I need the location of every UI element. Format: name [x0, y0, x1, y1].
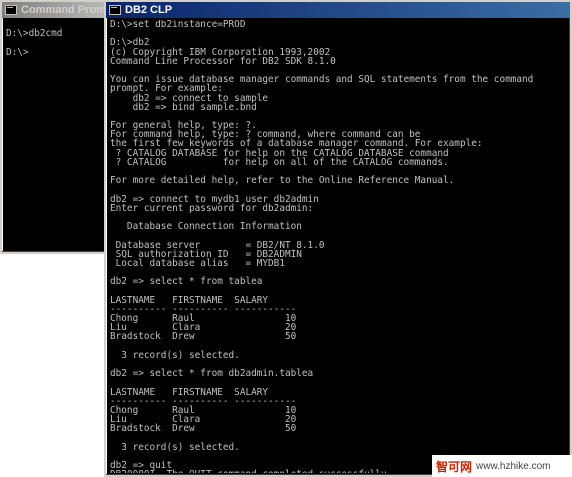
console-line: db2 => bind sample.bnd: [110, 101, 257, 113]
watermark-url: www.hzhike.com: [476, 460, 551, 472]
console-line: Bradstock Drew 50: [110, 331, 297, 343]
command-prompt-window[interactable]: Command Prompt D:\>db2cmd D:\>: [0, 0, 108, 254]
watermark-logo: 智可网: [436, 459, 473, 474]
console-line: 3 record(s) selected.: [110, 441, 240, 453]
console-line: D:\>: [6, 46, 29, 58]
console-icon: [5, 5, 17, 15]
db2-clp-titlebar[interactable]: DB2 CLP: [106, 2, 570, 18]
console-icon: [109, 5, 121, 15]
command-prompt-title: Command Prompt: [21, 4, 106, 16]
db2-clp-title: DB2 CLP: [125, 4, 173, 16]
console-line: ? CATALOG for help on all of the CATALOG…: [110, 156, 449, 168]
console-line: D:\>db2cmd: [6, 28, 63, 40]
console-line: For more detailed help, refer to the Onl…: [110, 175, 455, 187]
command-prompt-console[interactable]: D:\>db2cmd D:\>: [4, 20, 104, 250]
console-line: Command Line Processor for DB2 SDK 8.1.0: [110, 55, 336, 67]
watermark: 智可网 www.hzhike.com: [432, 455, 572, 477]
db2-clp-console[interactable]: D:\>set db2instance=PROD D:\>db2 (c) Copyr…: [108, 20, 568, 473]
console-line: Enter current password for db2admin:: [110, 202, 314, 214]
console-line: Database Connection Information: [110, 221, 302, 233]
command-prompt-titlebar[interactable]: Command Prompt: [2, 2, 106, 18]
console-line: 3 record(s) selected.: [110, 349, 240, 361]
console-line: D:\>set db2instance=PROD: [110, 20, 246, 30]
console-line: db2 => select * from db2admin.tablea: [110, 368, 314, 380]
console-line: Local database alias = MYDB1: [110, 257, 285, 269]
console-line: Bradstock Drew 50: [110, 423, 297, 435]
db2-clp-window[interactable]: DB2 CLP D:\>set db2instance=PROD D:\>db2(…: [104, 0, 572, 477]
console-line: db2 => select * from tablea: [110, 276, 263, 288]
